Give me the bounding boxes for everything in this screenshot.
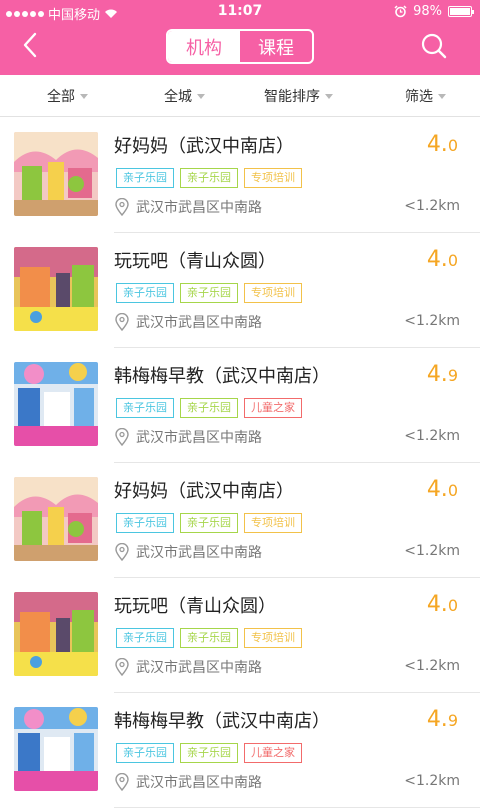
tag-badge: 专项培训	[244, 283, 302, 303]
rating: 4.9	[426, 362, 458, 387]
address-text: 武汉市武昌区中南路	[136, 660, 262, 676]
distance: <1.2km	[404, 198, 460, 214]
segment-control: 机构 课程	[166, 29, 314, 64]
tag-badge: 亲子乐园	[116, 628, 174, 648]
filter-all[interactable]: 全部	[47, 75, 88, 117]
rating: 4.9	[426, 707, 458, 732]
institution-name: 韩梅梅早教（武汉中南店）	[114, 366, 330, 387]
address: 武汉市武昌区中南路	[114, 427, 262, 447]
filter-sort-label: 智能排序	[264, 89, 320, 105]
tag-list: 亲子乐园 亲子乐园 专项培训	[116, 168, 302, 188]
list-item[interactable]: 玩玩吧（青山众圆） 4.0 亲子乐园 亲子乐园 专项培训 武汉市武昌区中南路 <1.…	[0, 233, 480, 348]
institution-name: 好妈妈（武汉中南店）	[114, 481, 294, 502]
status-bar: 中国移动 11:07 98%	[0, 0, 480, 24]
caret-down-icon	[197, 93, 205, 99]
address-text: 武汉市武昌区中南路	[136, 315, 262, 331]
distance: <1.2km	[404, 658, 460, 674]
tag-badge: 亲子乐园	[116, 398, 174, 418]
location-pin-icon	[115, 773, 129, 791]
address: 武汉市武昌区中南路	[114, 312, 262, 332]
status-right: 98%	[394, 4, 474, 19]
list-item[interactable]: 好妈妈（武汉中南店） 4.0 亲子乐园 亲子乐园 专项培训 武汉市武昌区中南路 <1…	[0, 463, 480, 578]
institution-thumbnail	[14, 477, 98, 561]
tag-badge: 亲子乐园	[180, 398, 238, 418]
institution-thumbnail	[14, 592, 98, 676]
back-button[interactable]	[16, 30, 44, 60]
alarm-icon	[394, 5, 407, 18]
filter-screen-label: 筛选	[405, 89, 433, 105]
filter-all-label: 全部	[47, 89, 75, 105]
address-text: 武汉市武昌区中南路	[136, 775, 262, 791]
tag-badge: 专项培训	[244, 513, 302, 533]
caret-down-icon	[80, 93, 88, 99]
tab-institution[interactable]: 机构	[168, 31, 240, 62]
battery-icon	[448, 6, 474, 17]
address-text: 武汉市武昌区中南路	[136, 545, 262, 561]
institution-thumbnail	[14, 707, 98, 791]
institution-name: 玩玩吧（青山众圆）	[114, 251, 276, 272]
distance: <1.2km	[404, 428, 460, 444]
institution-list: 好妈妈（武汉中南店） 4.0 亲子乐园 亲子乐园 专项培训 武汉市武昌区中南路 <1…	[0, 118, 480, 808]
distance: <1.2km	[404, 773, 460, 789]
institution-name: 好妈妈（武汉中南店）	[114, 136, 294, 157]
tag-badge: 亲子乐园	[116, 168, 174, 188]
tag-badge: 亲子乐园	[180, 743, 238, 763]
institution-thumbnail	[14, 362, 98, 446]
tag-badge: 亲子乐园	[180, 283, 238, 303]
filter-city[interactable]: 全城	[164, 75, 205, 117]
search-icon	[421, 33, 447, 59]
caret-down-icon	[325, 93, 333, 99]
tag-badge: 亲子乐园	[180, 513, 238, 533]
list-item[interactable]: 韩梅梅早教（武汉中南店） 4.9 亲子乐园 亲子乐园 儿童之家 武汉市武昌区中南路 …	[0, 348, 480, 463]
rating: 4.0	[426, 592, 458, 617]
chevron-left-icon	[23, 32, 37, 58]
address: 武汉市武昌区中南路	[114, 542, 262, 562]
distance: <1.2km	[404, 543, 460, 559]
tag-list: 亲子乐园 亲子乐园 专项培训	[116, 283, 302, 303]
filter-screen[interactable]: 筛选	[405, 75, 446, 117]
tag-list: 亲子乐园 亲子乐园 专项培训	[116, 628, 302, 648]
address-text: 武汉市武昌区中南路	[136, 200, 262, 216]
filter-sort[interactable]: 智能排序	[264, 75, 333, 117]
caret-down-icon	[438, 93, 446, 99]
rating: 4.0	[426, 477, 458, 502]
institution-thumbnail	[14, 132, 98, 216]
filter-bar: 全部 全城 智能排序 筛选	[0, 75, 480, 117]
search-button[interactable]	[420, 31, 448, 61]
address-text: 武汉市武昌区中南路	[136, 430, 262, 446]
tag-list: 亲子乐园 亲子乐园 儿童之家	[116, 743, 302, 763]
location-pin-icon	[115, 543, 129, 561]
tag-badge: 专项培训	[244, 168, 302, 188]
tag-badge: 亲子乐园	[180, 168, 238, 188]
app-header: 中国移动 11:07 98% 机构 课程	[0, 0, 480, 75]
tag-badge: 专项培训	[244, 628, 302, 648]
tag-badge: 亲子乐园	[180, 628, 238, 648]
rating: 4.0	[426, 132, 458, 157]
institution-thumbnail	[14, 247, 98, 331]
address: 武汉市武昌区中南路	[114, 197, 262, 217]
rating: 4.0	[426, 247, 458, 272]
tab-course[interactable]: 课程	[240, 31, 312, 62]
list-item[interactable]: 好妈妈（武汉中南店） 4.0 亲子乐园 亲子乐园 专项培训 武汉市武昌区中南路 <1…	[0, 118, 480, 233]
institution-name: 玩玩吧（青山众圆）	[114, 596, 276, 617]
list-item[interactable]: 韩梅梅早教（武汉中南店） 4.9 亲子乐园 亲子乐园 儿童之家 武汉市武昌区中南路 …	[0, 693, 480, 808]
tag-badge: 儿童之家	[244, 743, 302, 763]
location-pin-icon	[115, 313, 129, 331]
tag-list: 亲子乐园 亲子乐园 儿童之家	[116, 398, 302, 418]
tag-list: 亲子乐园 亲子乐园 专项培训	[116, 513, 302, 533]
tag-badge: 亲子乐园	[116, 283, 174, 303]
tag-badge: 亲子乐园	[116, 513, 174, 533]
tag-badge: 儿童之家	[244, 398, 302, 418]
location-pin-icon	[115, 428, 129, 446]
filter-city-label: 全城	[164, 89, 192, 105]
tag-badge: 亲子乐园	[116, 743, 174, 763]
address: 武汉市武昌区中南路	[114, 657, 262, 677]
institution-name: 韩梅梅早教（武汉中南店）	[114, 711, 330, 732]
distance: <1.2km	[404, 313, 460, 329]
list-item[interactable]: 玩玩吧（青山众圆） 4.0 亲子乐园 亲子乐园 专项培训 武汉市武昌区中南路 <1.…	[0, 578, 480, 693]
location-pin-icon	[115, 658, 129, 676]
location-pin-icon	[115, 198, 129, 216]
battery-percent: 98%	[413, 4, 442, 19]
address: 武汉市武昌区中南路	[114, 772, 262, 792]
